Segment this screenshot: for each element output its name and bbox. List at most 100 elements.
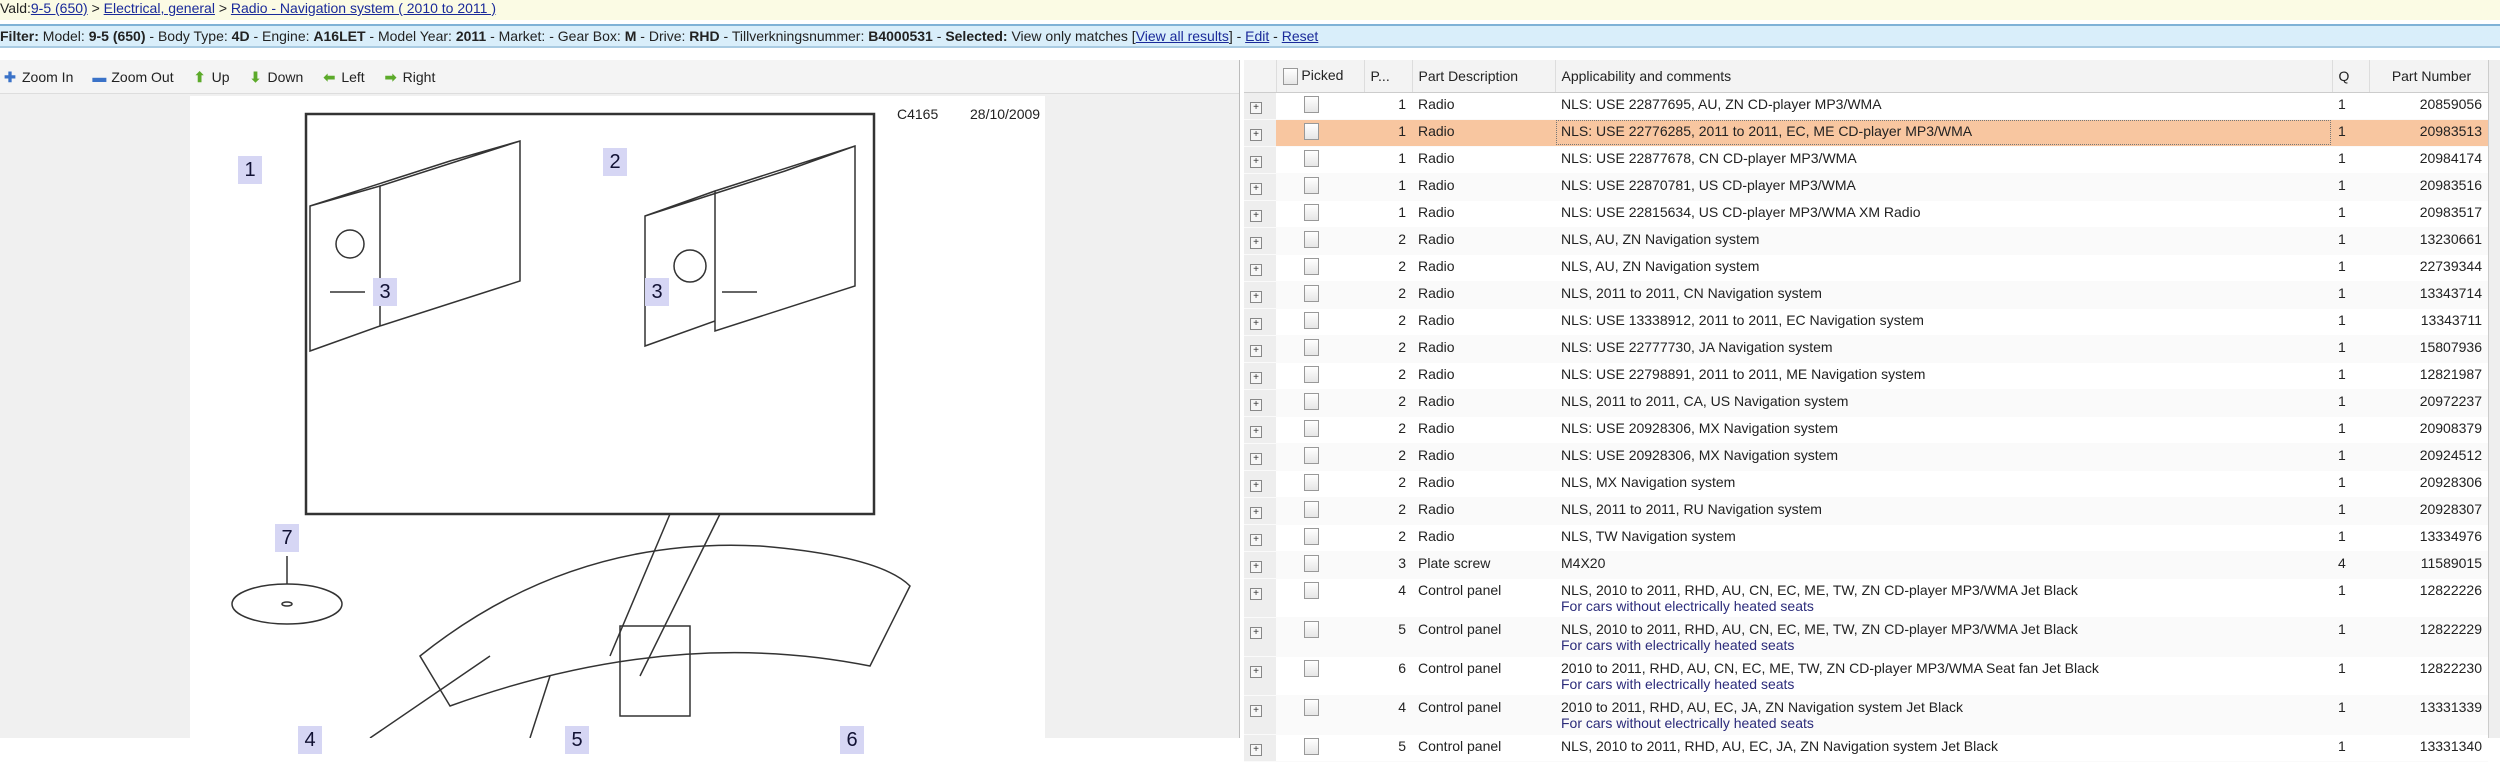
part-number-cell[interactable]: 13343711 — [2369, 308, 2488, 336]
picked-cell[interactable] — [1276, 254, 1364, 282]
part-number-cell[interactable]: 13230661 — [2369, 227, 2488, 255]
picked-cell[interactable] — [1276, 335, 1364, 363]
up-button[interactable]: ⬆ Up — [192, 69, 230, 85]
expand-cell[interactable]: + — [1244, 200, 1276, 228]
part-number-cell[interactable]: 13331339 — [2369, 695, 2488, 735]
part-number-cell[interactable]: 12822230 — [2369, 656, 2488, 696]
expand-cell[interactable]: + — [1244, 281, 1276, 309]
picked-checkbox[interactable] — [1304, 698, 1319, 716]
expand-cell[interactable]: + — [1244, 656, 1276, 696]
table-row[interactable]: + 2 Radio NLS, TW Navigation system 1 13… — [1244, 524, 2488, 552]
part-number-cell[interactable]: 11589015 — [2369, 551, 2488, 579]
picked-checkbox[interactable] — [1304, 122, 1319, 140]
picked-checkbox[interactable] — [1304, 554, 1319, 572]
table-row[interactable]: + 2 Radio NLS: USE 22798891, 2011 to 201… — [1244, 362, 2488, 390]
table-row[interactable]: + 5 Control panel NLS, 2010 to 2011, RHD… — [1244, 617, 2488, 657]
expand-cell[interactable]: + — [1244, 146, 1276, 174]
picked-checkbox[interactable] — [1304, 527, 1319, 545]
right-button[interactable]: ➡ Right — [383, 69, 436, 85]
picked-cell[interactable] — [1276, 146, 1364, 174]
expand-cell[interactable]: + — [1244, 416, 1276, 444]
part-number-cell[interactable]: 15807936 — [2369, 335, 2488, 363]
expand-icon[interactable]: + — [1250, 587, 1262, 600]
expand-cell[interactable]: + — [1244, 443, 1276, 471]
header-applicability[interactable]: Applicability and comments — [1555, 60, 2333, 93]
part-number-cell[interactable]: 20983513 — [2369, 119, 2488, 147]
picked-checkbox[interactable] — [1304, 446, 1319, 464]
picked-checkbox[interactable] — [1304, 659, 1319, 677]
table-row[interactable]: + 1 Radio NLS: USE 22877695, AU, ZN CD-p… — [1244, 92, 2488, 120]
header-part-description[interactable]: Part Description — [1412, 60, 1556, 93]
expand-cell[interactable]: + — [1244, 173, 1276, 201]
table-row[interactable]: + 2 Radio NLS, 2011 to 2011, RU Navigati… — [1244, 497, 2488, 525]
picked-cell[interactable] — [1276, 92, 1364, 120]
picked-cell[interactable] — [1276, 308, 1364, 336]
table-row[interactable]: + 1 Radio NLS: USE 22877678, CN CD-playe… — [1244, 146, 2488, 174]
expand-icon[interactable]: + — [1250, 743, 1262, 756]
zoom-out-button[interactable]: ▬ Zoom Out — [91, 69, 173, 85]
part-number-cell[interactable]: 20924512 — [2369, 443, 2488, 471]
picked-cell[interactable] — [1276, 119, 1364, 147]
picked-checkbox[interactable] — [1304, 473, 1319, 491]
table-row[interactable]: + 2 Radio NLS: USE 20928306, MX Navigati… — [1244, 416, 2488, 444]
picked-cell[interactable] — [1276, 524, 1364, 552]
callout-1[interactable]: 1 — [238, 156, 262, 184]
expand-cell[interactable]: + — [1244, 362, 1276, 390]
part-number-cell[interactable]: 13334976 — [2369, 524, 2488, 552]
callout-3[interactable]: 3 — [645, 278, 669, 306]
expand-cell[interactable]: + — [1244, 617, 1276, 657]
picked-cell[interactable] — [1276, 281, 1364, 309]
expand-cell[interactable]: + — [1244, 734, 1276, 762]
picked-checkbox[interactable] — [1304, 500, 1319, 518]
header-part-number[interactable]: Part Number — [2369, 60, 2489, 93]
picked-checkbox[interactable] — [1304, 620, 1319, 638]
picked-cell[interactable] — [1276, 173, 1364, 201]
expand-icon[interactable]: + — [1250, 626, 1262, 639]
picked-cell[interactable] — [1276, 497, 1364, 525]
breadcrumb-model[interactable]: 9-5 (650) — [31, 0, 88, 16]
picked-cell[interactable] — [1276, 470, 1364, 498]
expand-icon[interactable]: + — [1250, 479, 1262, 492]
expand-cell[interactable]: + — [1244, 551, 1276, 579]
table-row[interactable]: + 2 Radio NLS: USE 13338912, 2011 to 201… — [1244, 308, 2488, 336]
picked-checkbox[interactable] — [1304, 392, 1319, 410]
expand-icon[interactable]: + — [1250, 155, 1262, 168]
picked-cell[interactable] — [1276, 578, 1364, 618]
picked-checkbox[interactable] — [1304, 257, 1319, 275]
table-row[interactable]: + 2 Radio NLS, 2011 to 2011, CA, US Navi… — [1244, 389, 2488, 417]
table-row[interactable]: + 2 Radio NLS, AU, ZN Navigation system … — [1244, 254, 2488, 282]
table-row[interactable]: + 5 Control panel NLS, 2010 to 2011, RHD… — [1244, 734, 2488, 762]
breadcrumb-electrical[interactable]: Electrical, general — [104, 0, 215, 16]
callout-7[interactable]: 7 — [275, 524, 299, 552]
expand-icon[interactable]: + — [1250, 317, 1262, 330]
picked-cell[interactable] — [1276, 617, 1364, 657]
expand-icon[interactable]: + — [1250, 398, 1262, 411]
table-row[interactable]: + 4 Control panel NLS, 2010 to 2011, RHD… — [1244, 578, 2488, 618]
picked-cell[interactable] — [1276, 443, 1364, 471]
table-row[interactable]: + 1 Radio NLS: USE 22815634, US CD-playe… — [1244, 200, 2488, 228]
part-number-cell[interactable]: 20928306 — [2369, 470, 2488, 498]
part-number-cell[interactable]: 20983516 — [2369, 173, 2488, 201]
breadcrumb-radio[interactable]: Radio - Navigation system ( 2010 to 2011… — [231, 0, 496, 16]
edit-link[interactable]: Edit — [1245, 28, 1269, 44]
expand-cell[interactable]: + — [1244, 578, 1276, 618]
table-row[interactable]: + 1 Radio NLS: USE 22776285, 2011 to 201… — [1244, 119, 2488, 147]
callout-5[interactable]: 5 — [565, 726, 589, 754]
picked-cell[interactable] — [1276, 389, 1364, 417]
part-number-cell[interactable]: 12821987 — [2369, 362, 2488, 390]
expand-icon[interactable]: + — [1250, 182, 1262, 195]
table-row[interactable]: + 2 Radio NLS, AU, ZN Navigation system … — [1244, 227, 2488, 255]
expand-cell[interactable]: + — [1244, 119, 1276, 147]
picked-cell[interactable] — [1276, 656, 1364, 696]
expand-cell[interactable]: + — [1244, 308, 1276, 336]
zoom-in-button[interactable]: ✚ Zoom In — [2, 69, 73, 85]
picked-checkbox[interactable] — [1304, 149, 1319, 167]
part-number-cell[interactable]: 20984174 — [2369, 146, 2488, 174]
expand-icon[interactable]: + — [1250, 290, 1262, 303]
header-quantity[interactable]: Q — [2332, 60, 2370, 93]
expand-cell[interactable]: + — [1244, 254, 1276, 282]
expand-cell[interactable]: + — [1244, 92, 1276, 120]
picked-checkbox[interactable] — [1304, 581, 1319, 599]
header-picked[interactable]: Picked — [1276, 60, 1365, 93]
callout-2[interactable]: 2 — [603, 148, 627, 176]
